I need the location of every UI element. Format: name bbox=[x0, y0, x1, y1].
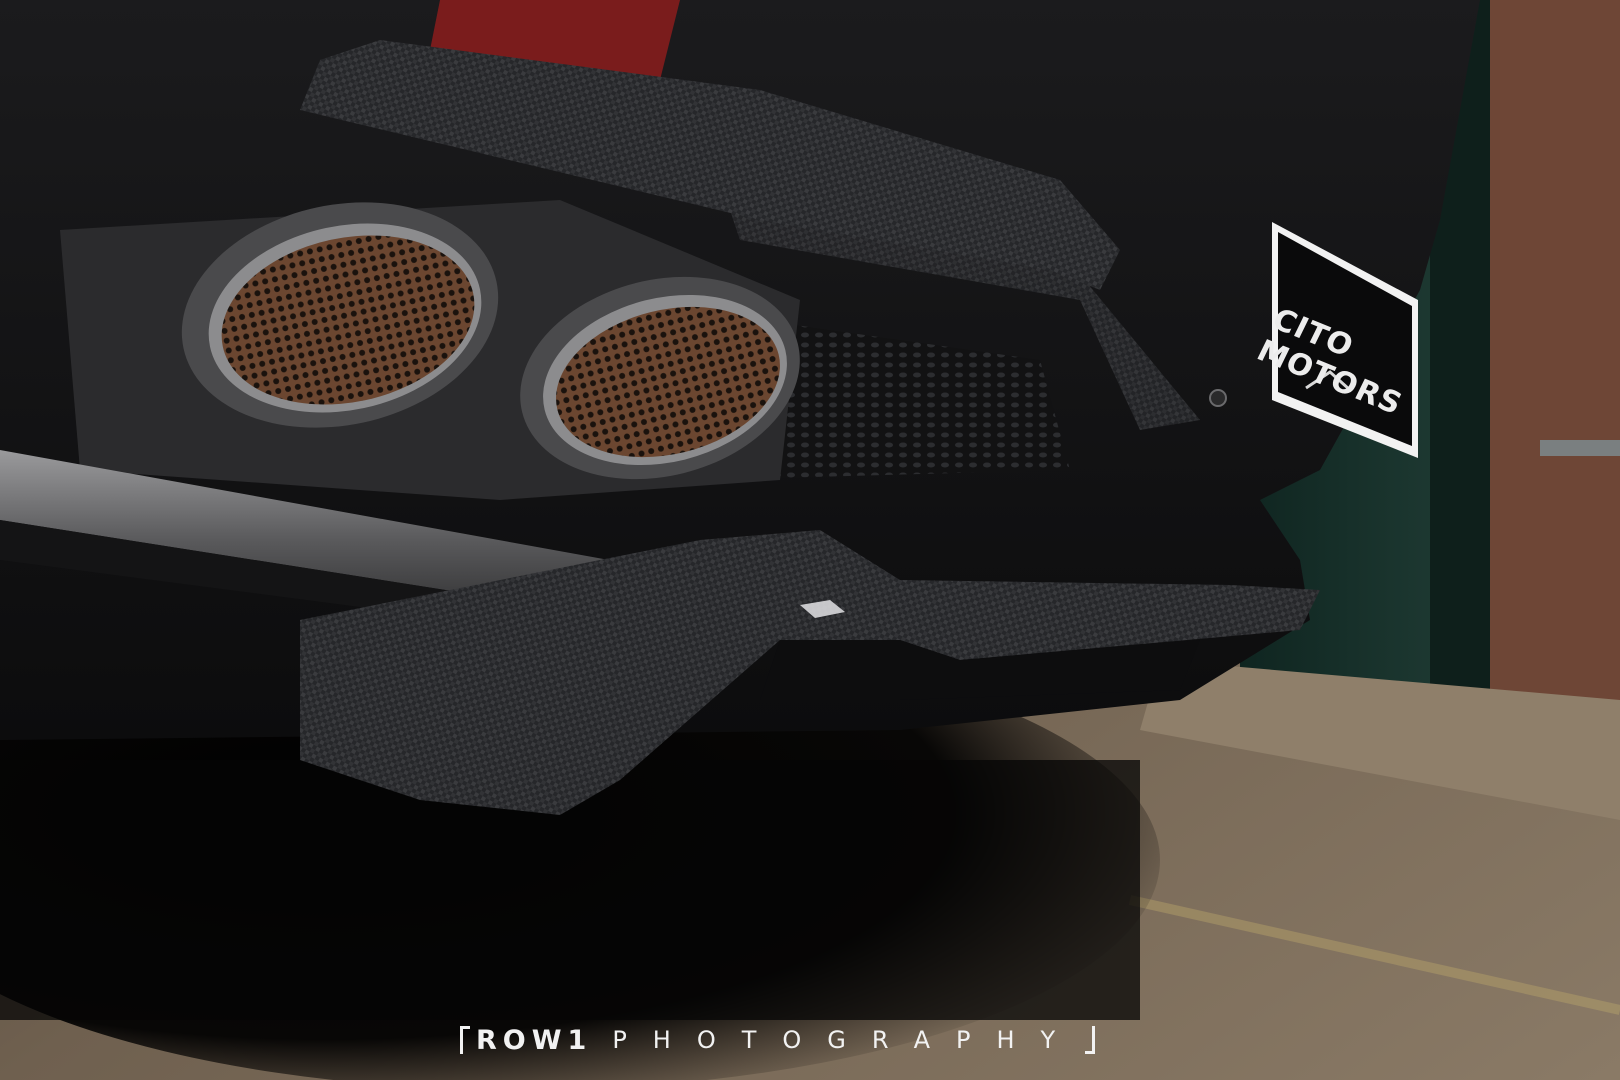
photograph: CITO MOTORS ROW1 PHOTOGRAPHY bbox=[0, 0, 1620, 1080]
watermark-subtitle: PHOTOGRAPHY bbox=[612, 1026, 1082, 1054]
watermark: ROW1 PHOTOGRAPHY bbox=[460, 1024, 1096, 1056]
watermark-brand: ROW1 bbox=[476, 1024, 593, 1056]
scene bbox=[0, 0, 1620, 1080]
brick-pillar bbox=[1470, 0, 1620, 720]
sensor bbox=[1209, 389, 1227, 407]
watermark-bracket-left bbox=[460, 1026, 470, 1054]
watermark-bracket-right bbox=[1085, 1026, 1096, 1054]
wall-pipe bbox=[1540, 440, 1620, 456]
